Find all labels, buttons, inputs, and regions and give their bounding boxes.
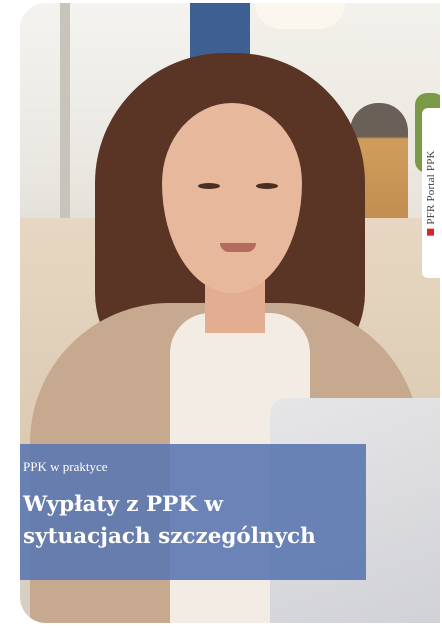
article-card[interactable]: PFR Portal PPK PPK w praktyce Wypłaty z …: [20, 3, 440, 623]
photo-lamp: [255, 3, 345, 29]
article-title-line-1: Wypłaty z PPK w: [23, 492, 224, 517]
side-tab-label-wrap: PFR Portal PPK: [425, 150, 437, 236]
article-category: PPK w praktyce: [23, 459, 108, 474]
article-title-line-2: sytuacjach szczególnych: [23, 524, 316, 549]
title-overlay[interactable]: PPK w praktyce Wypłaty z PPK w sytuacjac…: [20, 444, 366, 580]
photo-window-frame: [60, 3, 70, 233]
article-title[interactable]: Wypłaty z PPK w sytuacjach szczególnych: [23, 489, 358, 553]
side-tab[interactable]: PFR Portal PPK: [422, 108, 440, 278]
photo-eye-right: [256, 183, 278, 189]
pfr-logo-icon: [427, 228, 434, 236]
photo-eye-left: [198, 183, 220, 189]
side-tab-label: PFR Portal PPK: [425, 150, 437, 225]
photo-lips: [220, 243, 256, 252]
